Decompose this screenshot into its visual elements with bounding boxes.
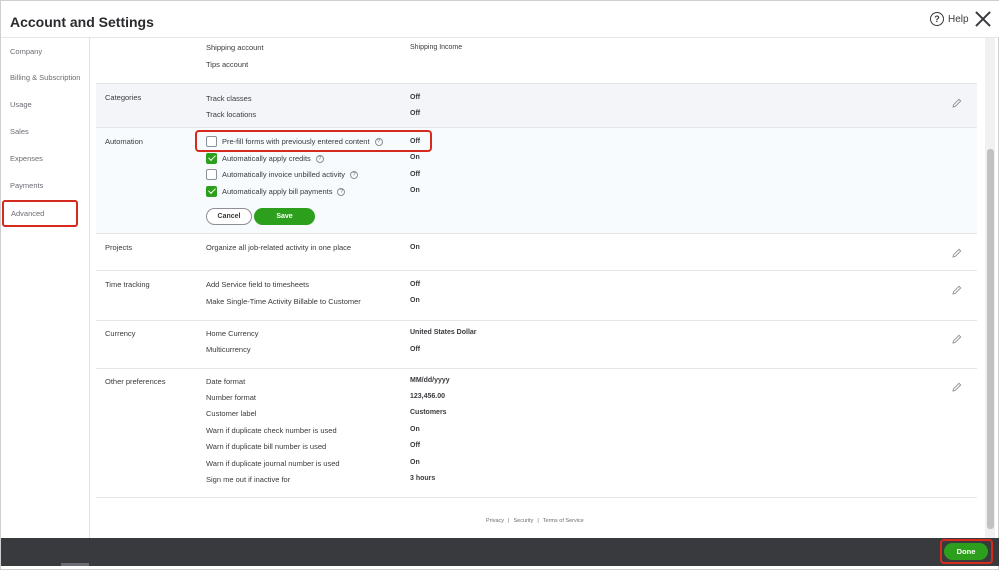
privacy-link[interactable]: Privacy	[486, 518, 504, 524]
sidebar-item-billing[interactable]: Billing & Subscription	[1, 64, 90, 91]
section-label-projects: Projects	[105, 243, 133, 252]
sidebar-item-usage[interactable]: Usage	[1, 91, 90, 118]
sidebar-item-payments[interactable]: Payments	[1, 172, 90, 199]
sidebar-item-sales[interactable]: Sales	[1, 118, 90, 145]
section-other-preferences[interactable]: Other preferences Date format MM/dd/yyyy…	[96, 369, 977, 498]
row-label-dup-bill: Warn if duplicate bill number is used	[206, 442, 327, 451]
label-apply-bill-payments: Automatically apply bill payments	[222, 187, 333, 196]
section-shipping: Shipping account Shipping Income Tips ac…	[96, 38, 977, 84]
page-title: Account and Settings	[10, 14, 154, 30]
section-label-automation: Automation	[105, 137, 143, 146]
row-label-dup-journal: Warn if duplicate journal number is used	[206, 459, 340, 468]
label-invoice-unbilled: Automatically invoice unbilled activity	[222, 170, 345, 179]
scrollbar-thumb[interactable]	[987, 149, 994, 529]
row-value-service-field: Off	[410, 281, 421, 288]
section-label-other-preferences: Other preferences	[105, 377, 166, 386]
settings-sidebar: Company Billing & Subscription Usage Sal…	[1, 38, 90, 538]
sidebar-item-company[interactable]: Company	[1, 38, 90, 65]
settings-content: Shipping account Shipping Income Tips ac…	[96, 38, 977, 538]
value-apply-credits: On	[410, 154, 420, 161]
row-label-shipping-account: Shipping account	[206, 43, 264, 52]
info-icon[interactable]: ?	[337, 187, 346, 196]
row-label-dup-check: Warn if duplicate check number is used	[206, 426, 337, 435]
value-apply-bill-payments: On	[410, 187, 420, 194]
row-value-track-locations: Off	[410, 110, 421, 117]
row-value-track-classes: Off	[410, 94, 421, 101]
row-value-single-time-billable: On	[410, 297, 420, 304]
info-icon[interactable]: ?	[349, 170, 358, 179]
setting-apply-credits: Automatically apply credits ?	[206, 153, 324, 164]
footer-links: Privacy | Security | Terms of Service	[486, 518, 584, 524]
edit-pencil-icon[interactable]	[952, 245, 962, 258]
row-value-organize-projects: On	[410, 244, 420, 251]
label-apply-credits: Automatically apply credits	[222, 154, 311, 163]
value-invoice-unbilled: Off	[410, 171, 421, 178]
dialog-header: Account and Settings ? Help	[1, 1, 999, 38]
help-label: Help	[948, 13, 969, 25]
row-label-sign-out: Sign me out if inactive for	[206, 475, 291, 484]
cancel-button[interactable]: Cancel	[206, 208, 252, 225]
section-categories[interactable]: Categories Track classes Off Track locat…	[96, 84, 977, 128]
info-icon[interactable]: ?	[315, 154, 324, 163]
section-time-tracking[interactable]: Time tracking Add Service field to times…	[96, 271, 977, 321]
row-label-tips-account: Tips account	[206, 60, 249, 69]
checkbox-apply-credits[interactable]	[206, 153, 217, 164]
edit-pencil-icon[interactable]	[952, 95, 962, 108]
row-label-date-format: Date format	[206, 377, 246, 386]
checkbox-apply-bill-payments[interactable]	[206, 186, 217, 197]
checkbox-invoice-unbilled[interactable]	[206, 169, 217, 180]
edit-pencil-icon[interactable]	[952, 331, 962, 344]
section-currency[interactable]: Currency Home Currency United States Dol…	[96, 321, 977, 369]
row-value-dup-bill: Off	[410, 442, 421, 449]
row-value-sign-out: 3 hours	[410, 475, 436, 482]
row-value-date-format: MM/dd/yyyy	[410, 377, 450, 384]
row-label-track-locations: Track locations	[206, 110, 257, 119]
setting-apply-bill-payments: Automatically apply bill payments ?	[206, 186, 346, 197]
save-button[interactable]: Save	[254, 208, 315, 225]
row-label-home-currency: Home Currency	[206, 329, 259, 338]
row-value-multicurrency: Off	[410, 346, 421, 353]
highlight-prefill-forms	[195, 130, 432, 152]
close-icon[interactable]	[973, 9, 993, 29]
done-button[interactable]: Done	[944, 543, 988, 560]
help-button[interactable]: ? Help	[930, 12, 969, 26]
footer-separator: |	[537, 518, 539, 524]
section-label-time-tracking: Time tracking	[105, 280, 150, 289]
row-value-number-format: 123,456.00	[410, 393, 446, 400]
edit-pencil-icon[interactable]	[952, 379, 962, 392]
sidebar-item-expenses[interactable]: Expenses	[1, 145, 90, 172]
bottom-bar-strip	[61, 563, 89, 566]
section-label-categories: Categories	[105, 93, 142, 102]
row-label-customer-label: Customer label	[206, 409, 257, 418]
setting-invoice-unbilled: Automatically invoice unbilled activity …	[206, 169, 358, 180]
bottom-action-bar	[1, 538, 999, 566]
terms-link[interactable]: Terms of Service	[543, 518, 584, 524]
row-label-track-classes: Track classes	[206, 94, 252, 103]
row-value-dup-journal: On	[410, 459, 420, 466]
row-label-single-time-billable: Make Single-Time Activity Billable to Cu…	[206, 297, 361, 306]
row-value-home-currency: United States Dollar	[410, 329, 477, 336]
section-projects[interactable]: Projects Organize all job-related activi…	[96, 234, 977, 271]
row-value-shipping-account: Shipping Income	[410, 44, 463, 51]
sidebar-item-advanced[interactable]: Advanced	[2, 200, 78, 227]
footer-separator: |	[508, 518, 510, 524]
section-label-currency: Currency	[105, 329, 136, 338]
row-label-number-format: Number format	[206, 393, 257, 402]
row-label-service-field: Add Service field to timesheets	[206, 280, 309, 289]
help-icon: ?	[930, 12, 944, 26]
security-link[interactable]: Security	[513, 518, 533, 524]
row-value-dup-check: On	[410, 426, 420, 433]
row-value-customer-label: Customers	[410, 409, 447, 416]
row-label-organize-projects: Organize all job-related activity in one…	[206, 243, 352, 252]
settings-dialog: Account and Settings ? Help Company Bill…	[0, 0, 999, 570]
edit-pencil-icon[interactable]	[952, 282, 962, 295]
row-label-multicurrency: Multicurrency	[206, 345, 251, 354]
